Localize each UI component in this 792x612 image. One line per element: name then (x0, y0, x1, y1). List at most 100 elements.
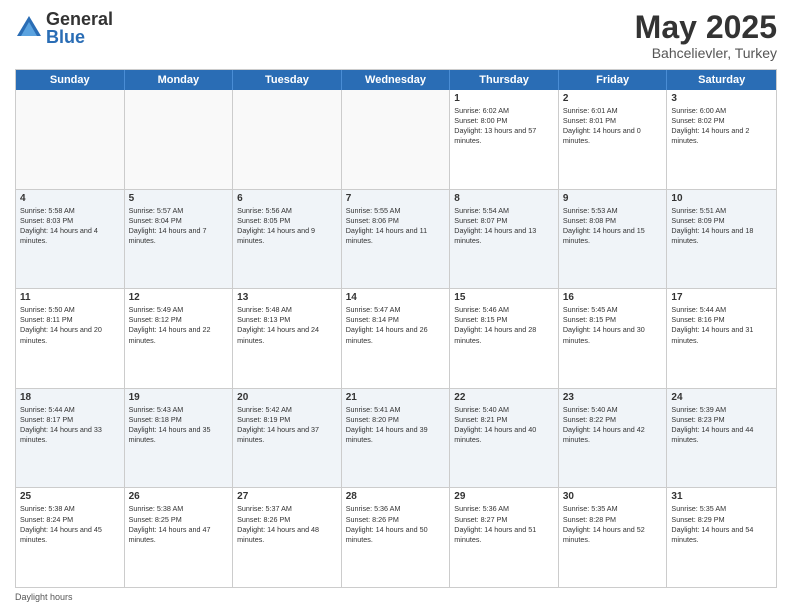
day-number: 3 (671, 93, 772, 104)
cell-info: Sunrise: 5:44 AM Sunset: 8:16 PM Dayligh… (671, 305, 772, 345)
calendar-cell (233, 90, 342, 189)
day-number: 24 (671, 392, 772, 403)
day-number: 2 (563, 93, 663, 104)
calendar-cell: 5 Sunrise: 5:57 AM Sunset: 8:04 PM Daylig… (125, 190, 234, 289)
calendar-cell: 18Sunrise: 5:44 AM Sunset: 8:17 PM Dayli… (16, 389, 125, 488)
calendar-cell: 23Sunrise: 5:40 AM Sunset: 8:22 PM Dayli… (559, 389, 668, 488)
day-number: 30 (563, 491, 663, 502)
calendar-cell: 27Sunrise: 5:37 AM Sunset: 8:26 PM Dayli… (233, 488, 342, 587)
calendar-cell: 8 Sunrise: 5:54 AM Sunset: 8:07 PM Daylig… (450, 190, 559, 289)
day-number: 22 (454, 392, 554, 403)
calendar-cell: 2 Sunrise: 6:01 AM Sunset: 8:01 PM Daylig… (559, 90, 668, 189)
calendar-cell: 22 Sunrise: 5:40 AM Sunset: 8:21 PM Dayli… (450, 389, 559, 488)
cell-info: Sunrise: 5:42 AM Sunset: 8:19 PM Dayligh… (237, 405, 337, 445)
calendar-cell: 30 Sunrise: 5:35 AM Sunset: 8:28 PM Dayli… (559, 488, 668, 587)
day-number: 8 (454, 193, 554, 204)
cell-info: Sunrise: 5:35 AM Sunset: 8:29 PM Dayligh… (671, 504, 772, 544)
cell-info: Sunrise: 5:36 AM Sunset: 8:27 PM Dayligh… (454, 504, 554, 544)
calendar-cell: 11Sunrise: 5:50 AM Sunset: 8:11 PM Dayli… (16, 289, 125, 388)
calendar-cell: 1 Sunrise: 6:02 AM Sunset: 8:00 PM Daylig… (450, 90, 559, 189)
cell-info: Sunrise: 5:49 AM Sunset: 8:12 PM Dayligh… (129, 305, 229, 345)
cell-info: Sunrise: 5:53 AM Sunset: 8:08 PM Dayligh… (563, 206, 663, 246)
cell-info: Sunrise: 5:47 AM Sunset: 8:14 PM Dayligh… (346, 305, 446, 345)
page: General Blue May 2025 Bahcelievler, Turk… (0, 0, 792, 612)
footer-note: Daylight hours (15, 588, 777, 602)
calendar-cell: 7Sunrise: 5:55 AM Sunset: 8:06 PM Daylig… (342, 190, 451, 289)
cell-info: Sunrise: 5:56 AM Sunset: 8:05 PM Dayligh… (237, 206, 337, 246)
logo: General Blue (15, 10, 113, 46)
logo-icon (15, 14, 43, 42)
day-number: 10 (671, 193, 772, 204)
day-number: 18 (20, 392, 120, 403)
cell-info: Sunrise: 5:41 AM Sunset: 8:20 PM Dayligh… (346, 405, 446, 445)
day-number: 28 (346, 491, 446, 502)
calendar-row-3: 18Sunrise: 5:44 AM Sunset: 8:17 PM Dayli… (16, 389, 776, 489)
cell-info: Sunrise: 5:35 AM Sunset: 8:28 PM Dayligh… (563, 504, 663, 544)
day-number: 15 (454, 292, 554, 303)
day-number: 26 (129, 491, 229, 502)
day-number: 14 (346, 292, 446, 303)
cell-info: Sunrise: 5:38 AM Sunset: 8:24 PM Dayligh… (20, 504, 120, 544)
title-month: May 2025 (635, 10, 777, 45)
cell-info: Sunrise: 6:01 AM Sunset: 8:01 PM Dayligh… (563, 106, 663, 146)
calendar-cell: 14 Sunrise: 5:47 AM Sunset: 8:14 PM Dayli… (342, 289, 451, 388)
calendar-cell: 9 Sunrise: 5:53 AM Sunset: 8:08 PM Daylig… (559, 190, 668, 289)
header-day-wednesday: Wednesday (342, 70, 451, 90)
cell-info: Sunrise: 5:58 AM Sunset: 8:03 PM Dayligh… (20, 206, 120, 246)
calendar-cell (125, 90, 234, 189)
day-number: 12 (129, 292, 229, 303)
header-day-thursday: Thursday (450, 70, 559, 90)
calendar-cell: 20 Sunrise: 5:42 AM Sunset: 8:19 PM Dayli… (233, 389, 342, 488)
calendar-cell: 31 Sunrise: 5:35 AM Sunset: 8:29 PM Dayli… (667, 488, 776, 587)
calendar-row-1: 4 Sunrise: 5:58 AM Sunset: 8:03 PM Daylig… (16, 190, 776, 290)
calendar-cell (342, 90, 451, 189)
day-number: 4 (20, 193, 120, 204)
cell-info: Sunrise: 5:40 AM Sunset: 8:21 PM Dayligh… (454, 405, 554, 445)
header: General Blue May 2025 Bahcelievler, Turk… (15, 10, 777, 61)
cell-info: Sunrise: 5:38 AM Sunset: 8:25 PM Dayligh… (129, 504, 229, 544)
day-number: 27 (237, 491, 337, 502)
calendar-cell: 15 Sunrise: 5:46 AM Sunset: 8:15 PM Dayli… (450, 289, 559, 388)
logo-general: General (46, 10, 113, 28)
logo-text: General Blue (46, 10, 113, 46)
title-location: Bahcelievler, Turkey (635, 45, 777, 61)
calendar-cell: 25 Sunrise: 5:38 AM Sunset: 8:24 PM Dayli… (16, 488, 125, 587)
cell-info: Sunrise: 5:55 AM Sunset: 8:06 PM Dayligh… (346, 206, 446, 246)
day-number: 16 (563, 292, 663, 303)
calendar-header: SundayMondayTuesdayWednesdayThursdayFrid… (16, 70, 776, 90)
cell-info: Sunrise: 6:02 AM Sunset: 8:00 PM Dayligh… (454, 106, 554, 146)
calendar-cell: 28Sunrise: 5:36 AM Sunset: 8:26 PM Dayli… (342, 488, 451, 587)
calendar-cell: 6 Sunrise: 5:56 AM Sunset: 8:05 PM Daylig… (233, 190, 342, 289)
cell-info: Sunrise: 6:00 AM Sunset: 8:02 PM Dayligh… (671, 106, 772, 146)
day-number: 1 (454, 93, 554, 104)
day-number: 19 (129, 392, 229, 403)
cell-info: Sunrise: 5:39 AM Sunset: 8:23 PM Dayligh… (671, 405, 772, 445)
header-day-friday: Friday (559, 70, 668, 90)
calendar-cell: 10 Sunrise: 5:51 AM Sunset: 8:09 PM Dayli… (667, 190, 776, 289)
day-number: 9 (563, 193, 663, 204)
calendar-cell: 3 Sunrise: 6:00 AM Sunset: 8:02 PM Daylig… (667, 90, 776, 189)
cell-info: Sunrise: 5:46 AM Sunset: 8:15 PM Dayligh… (454, 305, 554, 345)
cell-info: Sunrise: 5:54 AM Sunset: 8:07 PM Dayligh… (454, 206, 554, 246)
cell-info: Sunrise: 5:48 AM Sunset: 8:13 PM Dayligh… (237, 305, 337, 345)
calendar-cell: 29Sunrise: 5:36 AM Sunset: 8:27 PM Dayli… (450, 488, 559, 587)
calendar-cell: 26 Sunrise: 5:38 AM Sunset: 8:25 PM Dayli… (125, 488, 234, 587)
cell-info: Sunrise: 5:51 AM Sunset: 8:09 PM Dayligh… (671, 206, 772, 246)
calendar-cell: 16Sunrise: 5:45 AM Sunset: 8:15 PM Dayli… (559, 289, 668, 388)
day-number: 6 (237, 193, 337, 204)
day-number: 25 (20, 491, 120, 502)
day-number: 31 (671, 491, 772, 502)
calendar: SundayMondayTuesdayWednesdayThursdayFrid… (15, 69, 777, 588)
calendar-cell (16, 90, 125, 189)
day-number: 20 (237, 392, 337, 403)
calendar-cell: 19 Sunrise: 5:43 AM Sunset: 8:18 PM Dayli… (125, 389, 234, 488)
calendar-row-0: 1 Sunrise: 6:02 AM Sunset: 8:00 PM Daylig… (16, 90, 776, 190)
day-number: 5 (129, 193, 229, 204)
header-day-tuesday: Tuesday (233, 70, 342, 90)
day-number: 17 (671, 292, 772, 303)
cell-info: Sunrise: 5:57 AM Sunset: 8:04 PM Dayligh… (129, 206, 229, 246)
cell-info: Sunrise: 5:40 AM Sunset: 8:22 PM Dayligh… (563, 405, 663, 445)
calendar-body: 1 Sunrise: 6:02 AM Sunset: 8:00 PM Daylig… (16, 90, 776, 587)
cell-info: Sunrise: 5:43 AM Sunset: 8:18 PM Dayligh… (129, 405, 229, 445)
calendar-cell: 12 Sunrise: 5:49 AM Sunset: 8:12 PM Dayli… (125, 289, 234, 388)
